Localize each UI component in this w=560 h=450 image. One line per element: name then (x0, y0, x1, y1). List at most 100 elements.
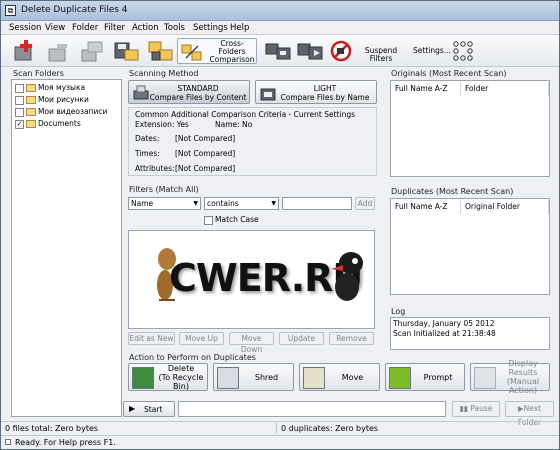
times-label: Times: (135, 149, 160, 158)
menu-filter[interactable]: Filter (104, 23, 125, 33)
question-mark-icon (389, 367, 411, 389)
folder-options-button[interactable] (296, 38, 324, 64)
criteria-title: Common Additional Comparison Criteria - … (135, 110, 355, 119)
ready-status: Ready. For Help press F1. (15, 438, 116, 447)
folder-icon (26, 120, 36, 128)
checkbox[interactable] (15, 83, 24, 93)
standard-method-button[interactable]: STANDARD Compare Files by Content (128, 80, 250, 104)
menu-settings[interactable]: Settings (193, 23, 228, 33)
update-filter-button[interactable]: Update (279, 332, 324, 345)
add-folder-button[interactable] (11, 38, 37, 64)
edit-as-new-button[interactable]: Edit as New (128, 332, 175, 345)
next-folder-button[interactable]: ▶Next Folder (505, 401, 554, 427)
folder-icon (26, 108, 36, 116)
remove-filter-button[interactable]: Remove (329, 332, 374, 345)
menu-session[interactable]: Session (9, 23, 41, 33)
status-indicator-icon (5, 439, 11, 445)
menu-view[interactable]: View (45, 23, 65, 33)
load-session-button[interactable] (146, 38, 174, 64)
shred-action-button[interactable]: Shred (213, 363, 294, 391)
tree-item-label: Моя музыка (38, 83, 86, 92)
files-total-status: 0 files total: Zero bytes (5, 424, 99, 433)
prompt-action-button[interactable]: Prompt (385, 363, 465, 391)
light-method-button[interactable]: LIGHT Compare Files by Name (255, 80, 377, 104)
menu-tools[interactable]: Tools (164, 23, 185, 33)
folder-compare-icon (260, 88, 276, 101)
name-criteria: Name: No (215, 120, 253, 129)
menu-folder[interactable]: Folder (72, 23, 98, 33)
match-case-checkbox[interactable]: Match Case (204, 215, 259, 225)
dropdown-arrow-icon: ▼ (193, 200, 198, 207)
display-results-button[interactable]: Display Results (Manual Action) (470, 359, 550, 395)
log-panel[interactable]: Thursday, January 05 2012 Scan Initializ… (390, 317, 550, 350)
recycle-bin-icon (132, 367, 154, 389)
col-header-full-name[interactable]: Full Name A-Z (391, 200, 461, 214)
tree-item-videos[interactable]: Мои видеозаписи (15, 107, 107, 118)
dates-label: Dates: (135, 134, 160, 143)
move-down-button[interactable]: Move Down (229, 332, 274, 354)
progress-bar (178, 401, 446, 417)
checkbox[interactable] (15, 107, 24, 117)
col-header-original-folder[interactable]: Original Folder (461, 200, 549, 214)
results-grid-icon (474, 367, 496, 389)
remove-folder-button[interactable] (45, 38, 71, 64)
originals-title: Originals (Most Recent Scan) (391, 69, 507, 78)
status-bar-totals: 0 files total: Zero bytes 0 duplicates: … (1, 421, 559, 434)
times-value: [Not Compared] (175, 149, 236, 158)
cross-folders-comparison-button[interactable]: Cross- Folders Comparison (177, 38, 257, 64)
pause-button[interactable]: ▮▮ Pause (452, 401, 500, 417)
settings-label: Settings... (413, 46, 451, 55)
start-button[interactable]: ▶ Start (123, 401, 175, 417)
move-up-button[interactable]: Move Up (179, 332, 224, 345)
checkbox[interactable] (204, 215, 213, 225)
menu-bar: Session View Folder Filter Action Tools … (1, 21, 559, 35)
app-icon: ⧉ (5, 5, 16, 16)
duplicates-list[interactable]: Full Name A-Z Original Folder (390, 198, 550, 295)
filter-field-select[interactable]: Name ▼ (128, 197, 201, 210)
pause-icon: ▮▮ (459, 404, 468, 413)
tree-item-label: Documents (38, 119, 81, 128)
tree-item-documents[interactable]: ✓ Documents (15, 119, 81, 130)
filter-operator-select[interactable]: contains ▼ (204, 197, 279, 210)
log-line: Thursday, January 05 2012 (393, 319, 495, 328)
menu-action[interactable]: Action (132, 23, 159, 33)
compare-folders-button[interactable] (264, 38, 292, 64)
add-folder-icon (14, 40, 32, 61)
move-action-label: Move (341, 372, 364, 382)
delete-action-button[interactable]: Delete (To Recycle Bin) (128, 363, 208, 391)
display-results-label: Display Results (Manual Action) (506, 359, 540, 395)
add-filter-button[interactable]: Add (355, 197, 375, 210)
originals-list[interactable]: Full Name A-Z Folder (390, 80, 550, 177)
suspend-filters-label: Suspend Filters (364, 46, 398, 63)
checkbox[interactable] (15, 95, 24, 105)
suspend-filters-button[interactable]: Suspend Filters (328, 38, 408, 64)
status-divider (276, 423, 277, 433)
col-header-full-name[interactable]: Full Name A-Z (391, 82, 461, 96)
light-subtitle: Compare Files by Name (280, 93, 370, 102)
folder-arrows-icon (297, 43, 323, 60)
window-title: Delete Duplicate Files 4 (21, 5, 128, 15)
filter-field-value: Name (131, 199, 154, 208)
clear-folders-button[interactable] (79, 38, 105, 64)
standard-subtitle: Compare Files by Content (149, 93, 247, 102)
tree-item-pictures[interactable]: Мои рисунки (15, 95, 89, 106)
scan-folders-title: Scan Folders (13, 69, 64, 78)
settings-button[interactable]: Settings... (411, 38, 481, 64)
col-header-folder[interactable]: Folder (461, 82, 549, 96)
delete-action-label: Delete (To Recycle Bin) (158, 363, 204, 391)
status-bar-message: Ready. For Help press F1. (1, 435, 559, 448)
menu-help[interactable]: Help (230, 23, 249, 33)
filters-list[interactable]: CWER.RU (128, 230, 375, 329)
cross-folders-icon (181, 44, 202, 61)
tree-item-music[interactable]: Моя музыка (15, 83, 85, 94)
scan-folders-tree[interactable]: Моя музыка Мои рисунки Мои видеозаписи ✓… (11, 79, 122, 417)
filter-operator-value: contains (207, 199, 239, 208)
log-title: Log (391, 307, 406, 316)
checkbox[interactable]: ✓ (15, 119, 24, 129)
filters-title: Filters (Match All) (129, 185, 199, 194)
filter-value-input[interactable] (282, 197, 352, 210)
save-session-button[interactable] (112, 38, 140, 64)
move-action-button[interactable]: Move (299, 363, 380, 391)
duplicates-title: Duplicates (Most Recent Scan) (391, 187, 514, 196)
folder-stack-icon (148, 41, 173, 61)
